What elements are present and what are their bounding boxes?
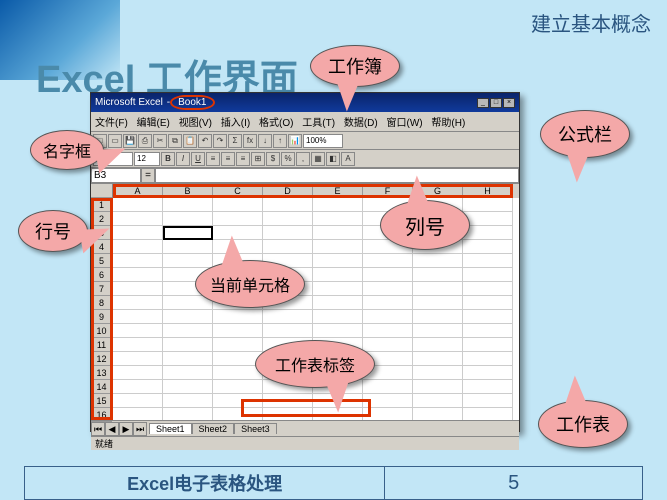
font-color-icon[interactable]: A — [341, 152, 355, 166]
percent-icon[interactable]: % — [281, 152, 295, 166]
sheet-tab[interactable]: Sheet1 — [149, 423, 192, 434]
menu-insert[interactable]: 插入(I) — [221, 118, 250, 129]
fx-icon[interactable]: fx — [243, 134, 257, 148]
undo-icon[interactable]: ↶ — [198, 134, 212, 148]
borders-icon[interactable]: ▦ — [311, 152, 325, 166]
workbook-name: Book1 — [170, 95, 214, 110]
align-right-icon[interactable]: ≡ — [236, 152, 250, 166]
footer-page-number: 5 — [385, 467, 642, 499]
align-center-icon[interactable]: ≡ — [221, 152, 235, 166]
callout-name-box: 名字框 — [30, 130, 104, 170]
chart-icon[interactable]: 📊 — [288, 134, 302, 148]
formula-row: B3 = — [91, 168, 519, 184]
bold-icon[interactable]: B — [161, 152, 175, 166]
window-titlebar: Microsoft Excel - Book1 _ □ × — [91, 93, 519, 112]
footer-title: Excel电子表格处理 — [25, 467, 385, 499]
minimize-icon[interactable]: _ — [477, 98, 489, 108]
menu-tools[interactable]: 工具(T) — [302, 118, 335, 129]
formula-bar[interactable] — [155, 168, 519, 183]
breadcrumb: 建立基本概念 — [531, 8, 651, 37]
callout-sheet-tab: 工作表标签 — [255, 340, 375, 388]
nav-prev-icon[interactable]: ◀ — [105, 422, 119, 436]
menu-view[interactable]: 视图(V) — [179, 118, 212, 129]
callout-worksheet: 工作表 — [538, 400, 628, 448]
menu-file[interactable]: 文件(F) — [95, 118, 128, 129]
redo-icon[interactable]: ↷ — [213, 134, 227, 148]
print-icon[interactable]: ⎙ — [138, 134, 152, 148]
paste-icon[interactable]: 📋 — [183, 134, 197, 148]
sheet-tab[interactable]: Sheet2 — [192, 423, 235, 434]
callout-active-cell: 当前单元格 — [195, 260, 305, 308]
sort-asc-icon[interactable]: ↓ — [258, 134, 272, 148]
sheet-tab[interactable]: Sheet3 — [234, 423, 277, 434]
save-icon[interactable]: 💾 — [123, 134, 137, 148]
menu-format[interactable]: 格式(O) — [259, 118, 293, 129]
nav-first-icon[interactable]: ⏮ — [91, 422, 105, 436]
sheet-tab-bar: ⏮ ◀ ▶ ⏭ Sheet1 Sheet2 Sheet3 — [91, 420, 519, 436]
italic-icon[interactable]: I — [176, 152, 190, 166]
underline-icon[interactable]: U — [191, 152, 205, 166]
nav-next-icon[interactable]: ▶ — [119, 422, 133, 436]
select-all[interactable] — [91, 184, 112, 198]
equals-button[interactable]: = — [141, 168, 155, 183]
standard-toolbar: □ ▭ 💾 ⎙ ✂ ⧉ 📋 ↶ ↷ Σ fx ↓ ↑ 📊 100% — [91, 132, 519, 150]
nav-last-icon[interactable]: ⏭ — [133, 422, 147, 436]
menu-edit[interactable]: 编辑(E) — [137, 118, 170, 129]
sum-icon[interactable]: Σ — [228, 134, 242, 148]
fill-icon[interactable]: ◧ — [326, 152, 340, 166]
tab-nav: ⏮ ◀ ▶ ⏭ — [91, 422, 147, 436]
sort-desc-icon[interactable]: ↑ — [273, 134, 287, 148]
callout-formula-bar: 公式栏 — [540, 110, 630, 158]
zoom-select[interactable]: 100% — [303, 134, 343, 148]
align-left-icon[interactable]: ≡ — [206, 152, 220, 166]
cut-icon[interactable]: ✂ — [153, 134, 167, 148]
currency-icon[interactable]: $ — [266, 152, 280, 166]
format-toolbar: 宋体 12 B I U ≡ ≡ ≡ ⊞ $ % , ▦ ◧ A — [91, 150, 519, 168]
active-cell[interactable] — [163, 226, 213, 240]
highlight-columns — [113, 184, 513, 198]
size-select[interactable]: 12 — [134, 152, 160, 166]
menu-bar[interactable]: 文件(F) 编辑(E) 视图(V) 插入(I) 格式(O) 工具(T) 数据(D… — [91, 112, 519, 132]
callout-workbook: 工作簿 — [310, 45, 400, 87]
comma-icon[interactable]: , — [296, 152, 310, 166]
menu-data[interactable]: 数据(D) — [344, 118, 378, 129]
app-name: Microsoft Excel — [95, 97, 163, 108]
copy-icon[interactable]: ⧉ — [168, 134, 182, 148]
slide-footer: Excel电子表格处理 5 — [24, 466, 643, 500]
merge-icon[interactable]: ⊞ — [251, 152, 265, 166]
menu-help[interactable]: 帮助(H) — [431, 118, 465, 129]
maximize-icon[interactable]: □ — [490, 98, 502, 108]
callout-column-header: 列号 — [380, 200, 470, 250]
window-controls: _ □ × — [477, 98, 515, 108]
close-icon[interactable]: × — [503, 98, 515, 108]
status-bar: 就绪 — [91, 436, 519, 450]
callout-row-header: 行号 — [18, 210, 88, 252]
menu-window[interactable]: 窗口(W) — [387, 118, 423, 129]
